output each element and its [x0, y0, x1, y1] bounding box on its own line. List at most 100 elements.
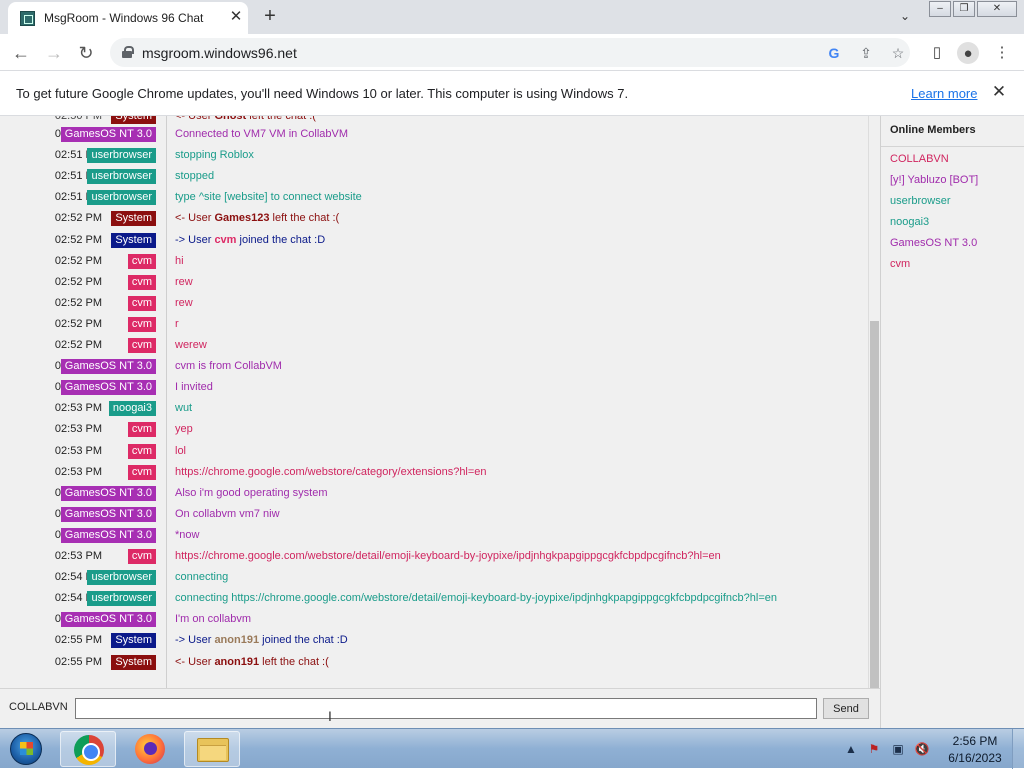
message-user-badge[interactable]: cvm [127, 422, 156, 438]
forward-arrow-icon[interactable]: → [41, 40, 67, 66]
message-user-badge[interactable]: noogai3 [108, 401, 156, 417]
reload-icon[interactable]: ↻ [73, 40, 99, 66]
show-desktop-button[interactable] [1012, 729, 1024, 769]
tab-search-chevron-icon[interactable]: ⌄ [895, 6, 915, 26]
show-hidden-icons-icon[interactable]: ▲ [843, 741, 859, 757]
infobar-close-icon[interactable]: ✕ [990, 83, 1008, 101]
chat-message: 02:52 PM System -> User cvm joined the cha… [0, 231, 868, 252]
message-text: *now [175, 528, 200, 541]
chat-message: 02:54 PM userbrowser connecting https://ch… [0, 589, 868, 610]
taskbar-chrome[interactable] [60, 731, 116, 767]
message-user-badge[interactable]: cvm [127, 316, 156, 332]
close-tab-icon[interactable]: ✕ [226, 7, 246, 27]
member-item[interactable]: userbrowser [890, 195, 951, 207]
action-center-flag-icon[interactable]: ⚑ [866, 741, 882, 757]
message-user-badge[interactable]: System [111, 211, 156, 227]
message-input[interactable] [75, 698, 817, 719]
send-button[interactable]: Send [823, 698, 869, 719]
message-text: https://chrome.google.com/webstore/categ… [175, 465, 487, 478]
side-panel-icon[interactable]: ▯ [925, 41, 949, 65]
message-user-badge[interactable]: GamesOS NT 3.0 [60, 485, 156, 501]
system-message-suffix: joined the chat :D [259, 634, 348, 647]
update-infobar: To get future Google Chrome updates, you… [0, 71, 1024, 116]
start-button[interactable] [4, 731, 48, 767]
window-close-button[interactable]: ✕ [977, 1, 1017, 17]
message-text: <- User anon191 left the chat :( [175, 656, 329, 668]
message-timestamp: 02:52 PM [54, 275, 102, 288]
network-icon[interactable]: ▣ [890, 741, 906, 757]
share-icon[interactable]: ⇪ [856, 43, 876, 63]
google-translate-icon[interactable]: G [824, 43, 844, 63]
learn-more-link[interactable]: Learn more [911, 86, 977, 101]
clock-date[interactable]: 6/16/2023 [945, 751, 1005, 765]
message-text: r [175, 317, 179, 330]
message-user-badge[interactable]: cvm [127, 295, 156, 311]
message-user-badge[interactable]: System [111, 654, 156, 670]
new-tab-button[interactable]: + [258, 5, 282, 29]
system-message-nick: anon191 [214, 655, 260, 668]
online-members-panel: Online Members COLLABVN [y!] Yabluzo [BOT… [880, 116, 1024, 728]
chat-message: 02:51 PM userbrowser type ^site [website] … [0, 188, 868, 209]
message-user-badge[interactable]: cvm [127, 274, 156, 290]
message-user-badge[interactable]: System [111, 232, 156, 248]
member-item[interactable]: [y!] Yabluzo [BOT] [890, 174, 978, 186]
message-user-badge[interactable]: GamesOS NT 3.0 [60, 506, 156, 522]
chat-message: 02:51 PM userbrowser stopped [0, 167, 868, 188]
profile-avatar-icon[interactable]: ● [957, 42, 979, 64]
member-item[interactable]: cvm [890, 258, 910, 270]
nickname-label[interactable]: COLLABVN [9, 701, 68, 713]
message-text: -> User anon191 joined the chat :D [175, 634, 348, 646]
message-text: Connected to VM7 VM in CollabVM [175, 128, 349, 140]
message-user-badge[interactable]: userbrowser [87, 148, 156, 164]
chat-scroll-thumb[interactable] [870, 321, 879, 688]
windows-logo-icon [10, 733, 42, 765]
message-text: werew [175, 339, 207, 351]
message-user-badge[interactable]: userbrowser [87, 591, 156, 607]
message-user-badge[interactable]: userbrowser [87, 570, 156, 586]
system-message-suffix: left the chat :( [269, 212, 340, 225]
message-text: hi [175, 254, 184, 267]
minimize-button[interactable]: – [929, 1, 951, 17]
back-arrow-icon[interactable]: ← [8, 40, 34, 66]
member-item[interactable]: GamesOS NT 3.0 [890, 237, 977, 249]
clock-time[interactable]: 2:56 PM [951, 734, 999, 748]
message-user-badge[interactable]: userbrowser [87, 169, 156, 185]
system-message-suffix: joined the chat :D [236, 233, 326, 246]
chat-log[interactable]: 02:50 PM System <- User Ghost left the c… [0, 116, 868, 688]
browser-tab[interactable]: MsgRoom - Windows 96 Chat ✕ [8, 2, 248, 34]
message-user-badge[interactable]: cvm [127, 253, 156, 269]
taskbar-file-explorer[interactable] [184, 731, 240, 767]
restore-button[interactable]: ❐ [953, 1, 975, 17]
lock-icon[interactable] [122, 46, 134, 58]
message-text: cvm is from CollabVM [175, 360, 282, 373]
url-text[interactable]: msgroom.windows96.net [142, 45, 297, 61]
message-user-badge[interactable]: cvm [127, 338, 156, 353]
message-user-badge[interactable]: userbrowser [87, 190, 156, 206]
message-user-badge[interactable]: System [111, 633, 156, 649]
system-message-nick: cvm [214, 233, 237, 246]
taskbar-firefox[interactable] [122, 731, 178, 767]
address-bar[interactable]: msgroom.windows96.net G ⇪ ☆ [110, 38, 910, 67]
volume-muted-icon[interactable]: 🔇 [914, 741, 930, 757]
message-user-badge[interactable]: GamesOS NT 3.0 [60, 612, 156, 628]
message-user-badge[interactable]: GamesOS NT 3.0 [60, 127, 156, 142]
message-user-badge[interactable]: GamesOS NT 3.0 [60, 380, 156, 396]
message-user-badge[interactable]: GamesOS NT 3.0 [60, 527, 156, 543]
member-item[interactable]: COLLABVN [890, 153, 949, 165]
message-timestamp: 02:55 PM [54, 634, 102, 647]
chat-scrollbar[interactable] [868, 116, 880, 688]
menu-kebab-icon[interactable]: ⋮ [990, 41, 1014, 65]
chrome-icon [74, 735, 104, 765]
message-text: wut [175, 402, 193, 415]
message-user-badge[interactable]: cvm [127, 443, 156, 459]
member-item[interactable]: noogai3 [890, 216, 929, 228]
chat-message: 02:53 PMGamesOS NT 3.0On collabvm vm7 ni… [0, 505, 868, 526]
firefox-icon [135, 734, 165, 764]
message-timestamp: 02:55 PM [54, 655, 102, 668]
message-user-badge[interactable]: cvm [127, 464, 156, 480]
system-message-prefix: <- User [175, 655, 215, 668]
bookmark-star-icon[interactable]: ☆ [888, 43, 908, 63]
message-text: stopping Roblox [175, 149, 254, 162]
message-user-badge[interactable]: GamesOS NT 3.0 [60, 359, 156, 375]
message-user-badge[interactable]: cvm [127, 549, 156, 564]
